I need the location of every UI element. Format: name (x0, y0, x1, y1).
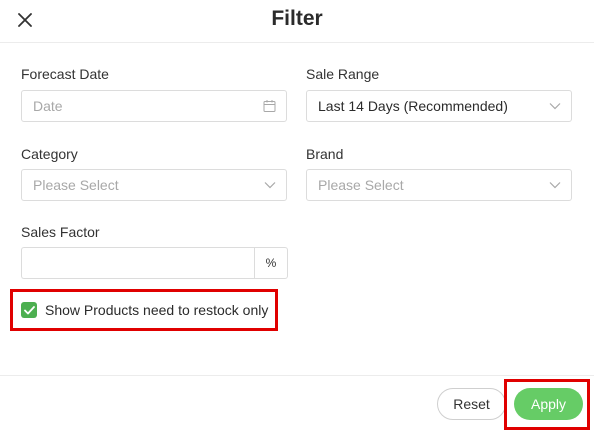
chevron-down-icon (264, 181, 276, 189)
forecast-date-placeholder: Date (33, 98, 63, 114)
filter-header: Filter (0, 0, 594, 43)
sales-factor-input[interactable]: % (21, 247, 288, 279)
checkmark-icon (23, 305, 35, 314)
restock-checkbox[interactable] (21, 302, 37, 318)
reset-button[interactable]: Reset (437, 388, 506, 420)
calendar-icon (263, 100, 276, 113)
chevron-down-icon (549, 102, 561, 110)
brand-label: Brand (306, 146, 344, 162)
sale-range-select[interactable]: Last 14 Days (Recommended) (306, 90, 572, 122)
forecast-date-label: Forecast Date (21, 66, 109, 82)
category-label: Category (21, 146, 78, 162)
sale-range-label: Sale Range (306, 66, 380, 82)
chevron-down-icon (549, 181, 561, 189)
category-select[interactable]: Please Select (21, 169, 287, 201)
brand-select[interactable]: Please Select (306, 169, 572, 201)
apply-button[interactable]: Apply (514, 388, 583, 420)
restock-label[interactable]: Show Products need to restock only (45, 302, 268, 318)
sale-range-value: Last 14 Days (Recommended) (318, 98, 508, 114)
percent-suffix: % (254, 247, 288, 279)
brand-placeholder: Please Select (318, 177, 404, 193)
sales-factor-label: Sales Factor (21, 224, 100, 240)
forecast-date-input[interactable]: Date (21, 90, 287, 122)
category-placeholder: Please Select (33, 177, 119, 193)
page-title: Filter (271, 7, 323, 30)
